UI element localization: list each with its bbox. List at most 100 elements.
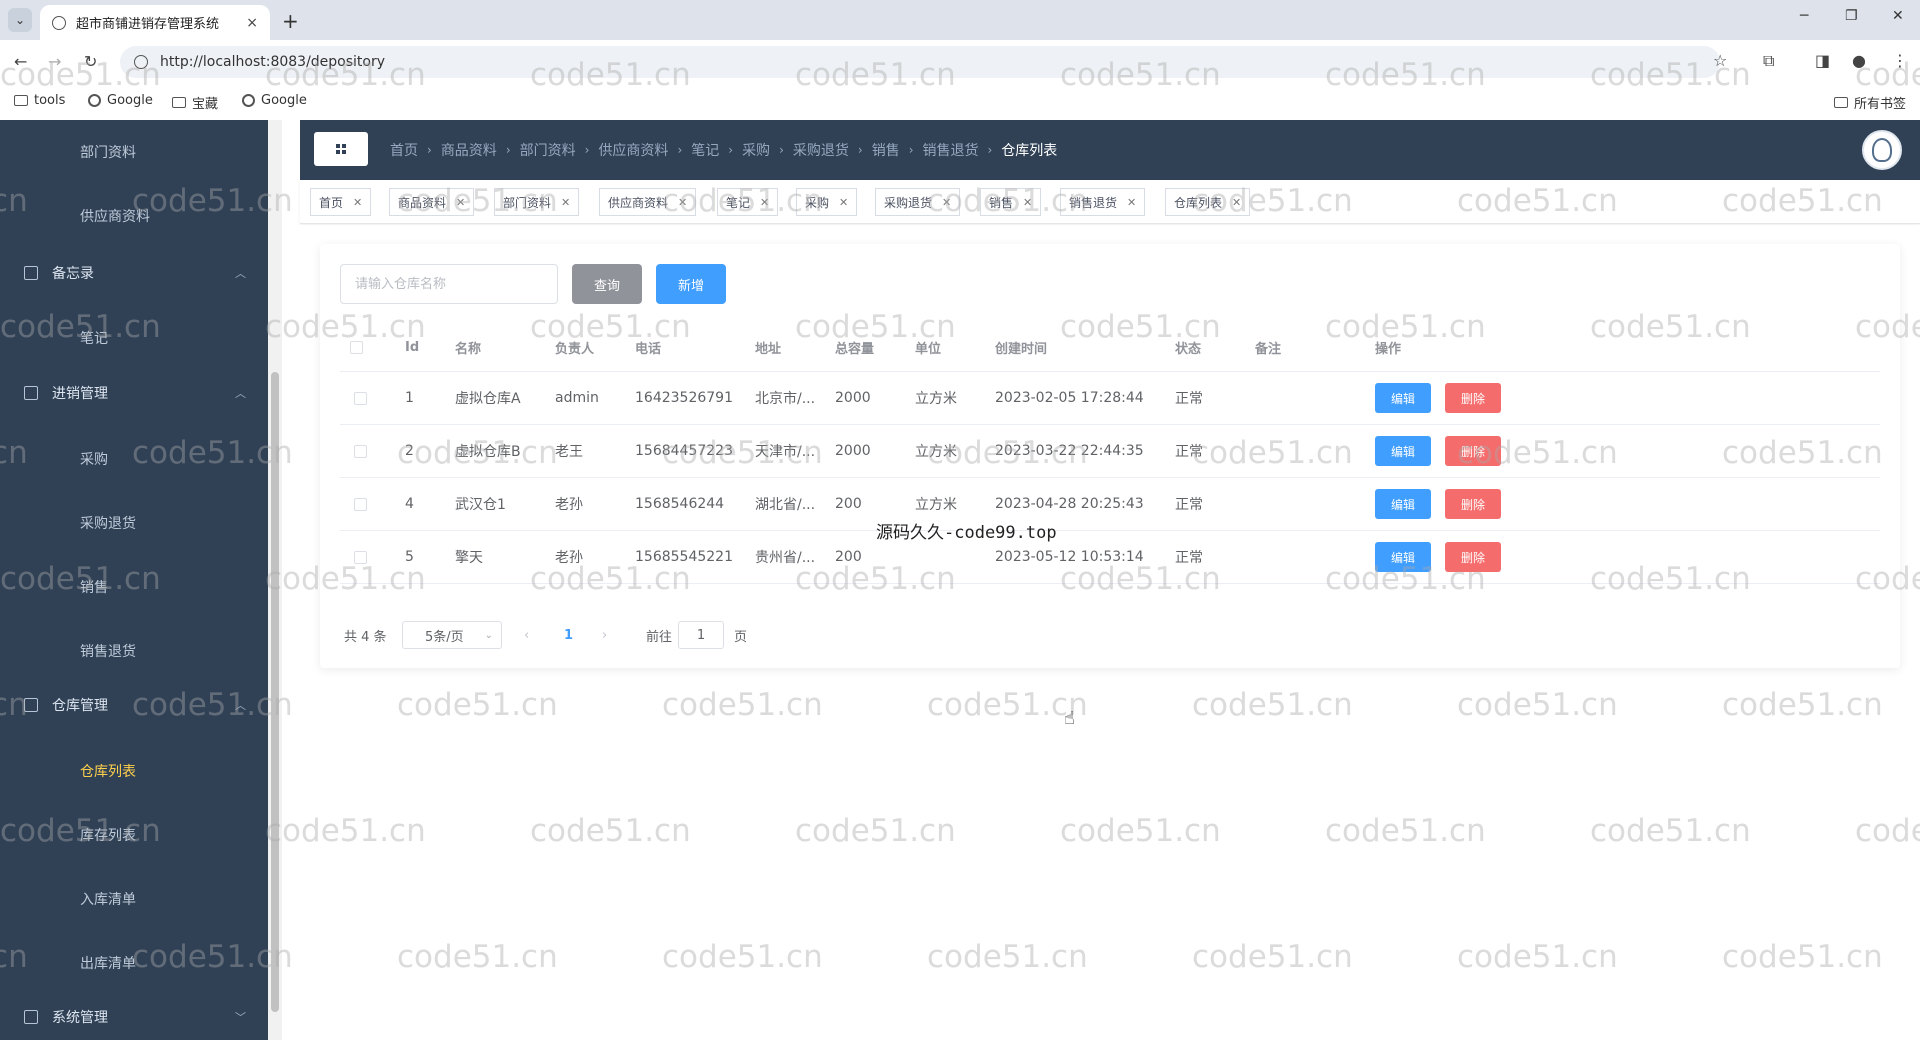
- sidebar-item-warehouse-list[interactable]: 仓库列表: [0, 743, 268, 799]
- row-checkbox[interactable]: [354, 550, 367, 564]
- breadcrumb-item[interactable]: 采购: [742, 140, 770, 160]
- sidebar-item-department[interactable]: 部门资料: [0, 124, 268, 180]
- restore-icon[interactable]: ❐: [1845, 8, 1858, 24]
- scrollbar-thumb[interactable]: [271, 372, 279, 1012]
- edit-button[interactable]: 编辑: [1375, 489, 1431, 519]
- close-icon[interactable]: ✕: [456, 196, 465, 209]
- close-icon[interactable]: ✕: [678, 196, 687, 209]
- new-tab-button[interactable]: +: [282, 9, 299, 33]
- bookmark-treasure[interactable]: 宝藏: [172, 93, 218, 112]
- cell-manager: admin: [555, 390, 599, 406]
- tag-supplier[interactable]: 供应商资料 ✕: [599, 188, 697, 216]
- sidebar-group-memo[interactable]: 备忘录 ︿: [0, 245, 268, 301]
- warehouse-icon: [24, 698, 38, 712]
- monitor-icon: [24, 1010, 38, 1024]
- sidebar-item-sales-return[interactable]: 销售退货: [0, 623, 268, 679]
- avatar[interactable]: [1862, 130, 1902, 170]
- browser-tab[interactable]: 超市商铺进销存管理系统 ×: [40, 5, 270, 40]
- row-checkbox[interactable]: [354, 444, 367, 458]
- sidebar-item-notes[interactable]: 笔记: [0, 310, 268, 366]
- page-size-select[interactable]: 5条/页 ⌄: [402, 621, 502, 649]
- tag-sales-return[interactable]: 销售退货 ✕: [1060, 188, 1146, 216]
- breadcrumb-item[interactable]: 首页: [390, 140, 418, 160]
- page-number[interactable]: 1: [564, 628, 573, 643]
- row-checkbox[interactable]: [354, 391, 367, 405]
- tag-sales[interactable]: 销售 ✕: [980, 188, 1042, 216]
- delete-button[interactable]: 删除: [1445, 542, 1501, 572]
- reload-icon[interactable]: ↻: [84, 52, 97, 71]
- hamburger-button[interactable]: [314, 132, 368, 166]
- window-close-icon[interactable]: ✕: [1892, 8, 1904, 24]
- breadcrumb-item[interactable]: 销售退货: [923, 140, 979, 160]
- sidebar-item-purchase-return[interactable]: 采购退货: [0, 495, 268, 551]
- menu-icon[interactable]: ⋮: [1892, 51, 1908, 70]
- folder-icon: [1834, 97, 1848, 108]
- tag-goods[interactable]: 商品资料 ✕: [389, 188, 475, 216]
- close-icon[interactable]: ✕: [760, 196, 769, 209]
- row-checkbox[interactable]: [354, 497, 367, 511]
- tab-search-button[interactable]: ⌄: [8, 8, 32, 32]
- edit-button[interactable]: 编辑: [1375, 542, 1431, 572]
- cell-name: 虚拟仓库B: [455, 444, 521, 460]
- sidebar-group-warehouse[interactable]: 仓库管理 ︿: [0, 677, 268, 733]
- close-icon[interactable]: ✕: [1023, 196, 1032, 209]
- extensions-icon[interactable]: ⧉: [1763, 51, 1774, 71]
- close-icon[interactable]: ✕: [353, 196, 362, 209]
- tab-close-icon[interactable]: ×: [246, 15, 258, 31]
- sidebar-group-system[interactable]: 系统管理 ﹀: [0, 989, 268, 1040]
- sidebar-item-sales[interactable]: 销售: [0, 559, 268, 615]
- prev-page-button[interactable]: ‹: [524, 628, 529, 643]
- url-bar[interactable]: http://localhost:8083/depository: [120, 46, 1720, 78]
- breadcrumb-item[interactable]: 供应商资料: [598, 140, 668, 160]
- next-page-button[interactable]: ›: [602, 628, 607, 643]
- close-icon[interactable]: ✕: [942, 196, 951, 209]
- side-panel-icon[interactable]: ◨: [1815, 51, 1830, 70]
- sidebar-scrollbar[interactable]: [268, 120, 282, 1040]
- warehouse-search-input[interactable]: [340, 264, 558, 304]
- bookmark-star-icon[interactable]: ☆: [1713, 51, 1727, 70]
- query-button[interactable]: 查询: [572, 264, 642, 304]
- breadcrumb-item[interactable]: 商品资料: [441, 140, 497, 160]
- sidebar-item-inbound-list[interactable]: 入库清单: [0, 871, 268, 927]
- sidebar-item-supplier[interactable]: 供应商资料: [0, 188, 268, 244]
- breadcrumb-item[interactable]: 销售: [872, 140, 900, 160]
- sidebar-item-outbound-list[interactable]: 出库清单: [0, 935, 268, 991]
- bookmark-google-2[interactable]: Google: [242, 93, 307, 108]
- breadcrumb-item[interactable]: 部门资料: [520, 140, 576, 160]
- edit-button[interactable]: 编辑: [1375, 383, 1431, 413]
- tag-warehouse-list[interactable]: 仓库列表 ✕: [1165, 188, 1251, 216]
- cell-manager: 老王: [555, 444, 583, 460]
- delete-button[interactable]: 删除: [1445, 489, 1501, 519]
- tag-purchase[interactable]: 采购 ✕: [796, 188, 858, 216]
- tag-purchase-return[interactable]: 采购退货 ✕: [875, 188, 961, 216]
- close-icon[interactable]: ✕: [839, 196, 848, 209]
- sidebar-item-label: 部门资料: [80, 145, 136, 161]
- breadcrumb-item[interactable]: 采购退货: [793, 140, 849, 160]
- bookmark-google[interactable]: Google: [88, 93, 153, 108]
- minimize-icon[interactable]: ─: [1800, 8, 1808, 24]
- close-icon[interactable]: ✕: [1232, 196, 1241, 209]
- site-info-icon[interactable]: [134, 55, 148, 69]
- tag-department[interactable]: 部门资料 ✕: [494, 188, 580, 216]
- sidebar-item-purchase[interactable]: 采购: [0, 431, 268, 487]
- close-icon[interactable]: ✕: [1127, 196, 1136, 209]
- back-icon[interactable]: ←: [14, 52, 27, 71]
- breadcrumb-item[interactable]: 笔记: [691, 140, 719, 160]
- all-bookmarks[interactable]: 所有书签: [1834, 93, 1906, 112]
- sidebar-item-inventory-list[interactable]: 库存列表: [0, 807, 268, 863]
- tag-label: 笔记: [726, 195, 751, 210]
- tag-home[interactable]: 首页 ✕: [310, 188, 372, 216]
- add-button[interactable]: 新增: [656, 264, 726, 304]
- profile-icon[interactable]: ●: [1852, 51, 1866, 70]
- delete-button[interactable]: 删除: [1445, 383, 1501, 413]
- select-all-checkbox[interactable]: [350, 341, 363, 354]
- tag-notes[interactable]: 笔记 ✕: [717, 188, 779, 216]
- goto-page-input[interactable]: 1: [678, 621, 724, 649]
- forward-icon[interactable]: →: [48, 52, 61, 71]
- delete-button[interactable]: 删除: [1445, 436, 1501, 466]
- lock-icon: [24, 386, 38, 400]
- edit-button[interactable]: 编辑: [1375, 436, 1431, 466]
- sidebar-group-purchase-sales[interactable]: 进销管理 ︿: [0, 365, 268, 421]
- close-icon[interactable]: ✕: [561, 196, 570, 209]
- bookmark-tools[interactable]: tools: [14, 93, 65, 108]
